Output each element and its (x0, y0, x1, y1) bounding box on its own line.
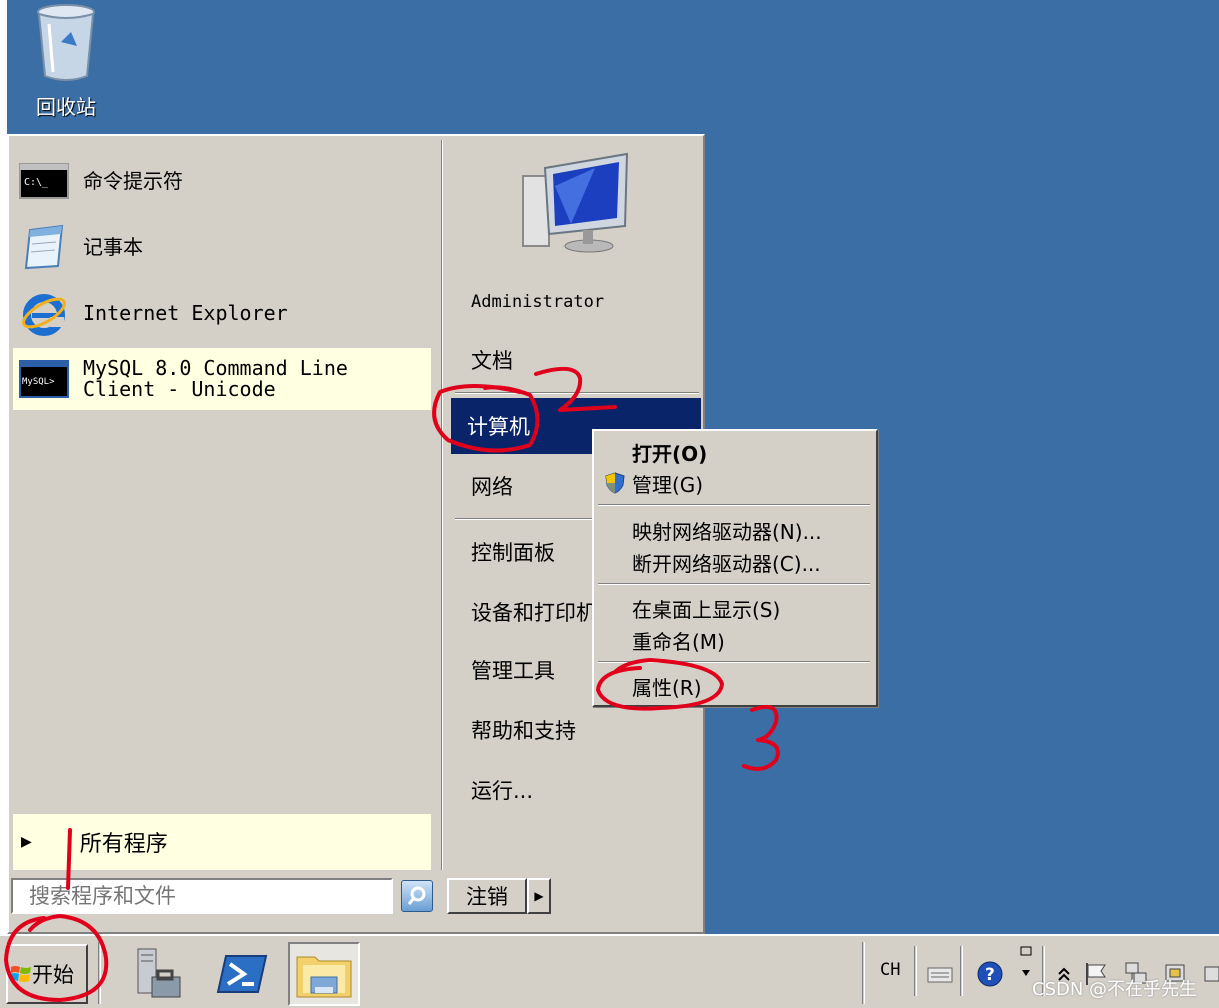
help-icon[interactable]: ? (976, 960, 1004, 988)
start-menu-programs-pane: C:\_ 命令提示符 记事本 Internet Explorer MySQL> … (9, 136, 439, 932)
notepad-icon (17, 224, 71, 270)
all-programs-label: 所有程序 (79, 832, 168, 857)
windows-logo-icon (10, 966, 31, 982)
program-item-internet-explorer[interactable]: Internet Explorer (13, 282, 431, 344)
user-name-item[interactable]: Administrator (455, 274, 703, 330)
menu-separator (598, 661, 870, 663)
svg-text:C:\_: C:\_ (24, 177, 49, 188)
search-input[interactable] (11, 878, 393, 914)
screen-edge (0, 0, 7, 1008)
search-button[interactable] (401, 880, 433, 912)
annotation-number-3 (742, 705, 780, 771)
ctx-map-drive-label: 映射网络驱动器(N)... (632, 519, 822, 544)
computer-user-icon (522, 152, 629, 253)
program-label: 命令提示符 (83, 168, 183, 193)
program-item-cmd[interactable]: C:\_ 命令提示符 (13, 150, 431, 212)
svg-text:MySQL>: MySQL> (22, 377, 55, 387)
ctx-properties-item[interactable]: 属性(R) (598, 671, 870, 701)
menu-separator (598, 583, 870, 585)
ctx-rename-label: 重命名(M) (632, 629, 725, 654)
program-label: Internet Explorer (83, 300, 288, 325)
ctx-show-desktop-item[interactable]: 在桌面上显示(S) (598, 593, 870, 623)
svg-text:?: ? (985, 965, 995, 985)
ie-icon (17, 290, 71, 336)
all-programs-item[interactable]: ▶ 所有程序 (13, 814, 431, 870)
start-button[interactable]: 开始 (6, 944, 88, 1004)
taskbar-separator (862, 942, 865, 1004)
ctx-disconnect-drive-label: 断开网络驱动器(C)... (632, 551, 821, 576)
ctx-map-drive-item[interactable]: 映射网络驱动器(N)... (598, 515, 870, 545)
run-item[interactable]: 运行... (455, 762, 703, 818)
mysql-icon: MySQL> (17, 356, 71, 402)
triangle-right-icon: ▶ (21, 834, 32, 850)
ctx-open-item[interactable]: 打开(O) (598, 437, 870, 467)
logoff-options-button[interactable]: ▶ (527, 878, 551, 914)
server-manager-icon (137, 948, 181, 998)
extra-tray-icon[interactable] (1198, 960, 1219, 988)
menu-separator (598, 504, 870, 506)
keyboard-icon[interactable] (926, 960, 954, 988)
cmd-icon: C:\_ (17, 158, 71, 204)
logoff-button[interactable]: 注销 (447, 878, 527, 914)
recycle-bin-icon (37, 4, 95, 81)
ctx-disconnect-drive-item[interactable]: 断开网络驱动器(C)... (598, 547, 870, 577)
program-item-mysql[interactable]: MySQL> MySQL 8.0 Command Line Client - U… (13, 348, 431, 410)
ctx-manage-label: 管理(G) (632, 472, 704, 497)
taskbar-server-manager[interactable] (120, 942, 192, 1006)
documents-item[interactable]: 文档 (455, 332, 703, 388)
program-label-line2: Client - Unicode (83, 377, 276, 401)
program-label: 记事本 (83, 234, 143, 259)
recycle-bin-desktop-icon[interactable]: 回收站 (26, 2, 106, 120)
column-divider (441, 140, 443, 870)
program-item-notepad[interactable]: 记事本 (13, 216, 431, 278)
search-icon (407, 886, 426, 905)
menu-separator (455, 392, 699, 394)
ctx-open-label: 打开(O) (632, 441, 708, 466)
folder-icon (296, 956, 352, 998)
ctx-properties-label: 属性(R) (632, 675, 702, 700)
input-language-indicator[interactable]: CH (880, 960, 900, 980)
context-menu: 打开(O) 管理(G) 映射网络驱动器(N)... 断开网络驱动器(C)... … (592, 429, 878, 707)
uac-shield-icon (605, 472, 625, 494)
powershell-icon (216, 955, 268, 993)
ctx-show-desktop-label: 在桌面上显示(S) (632, 597, 781, 622)
taskbar-separator (960, 946, 963, 996)
taskbar-explorer[interactable] (288, 942, 360, 1006)
ctx-rename-item[interactable]: 重命名(M) (598, 625, 870, 655)
recycle-bin-label: 回收站 (36, 95, 96, 119)
taskbar-separator (914, 946, 917, 996)
ctx-manage-item[interactable]: 管理(G) (598, 468, 870, 498)
taskbar-separator (98, 942, 101, 1004)
triangle-right-icon: ▶ (534, 889, 544, 903)
help-support-item[interactable]: 帮助和支持 (455, 702, 703, 758)
language-bar-options-icon[interactable] (1012, 946, 1040, 978)
watermark: CSDN @不在乎先生 (1032, 979, 1198, 1000)
start-label: 开始 (32, 963, 74, 987)
program-label: MySQL 8.0 Command Line Client - Unicode (83, 358, 348, 400)
taskbar-powershell[interactable] (206, 942, 278, 1006)
